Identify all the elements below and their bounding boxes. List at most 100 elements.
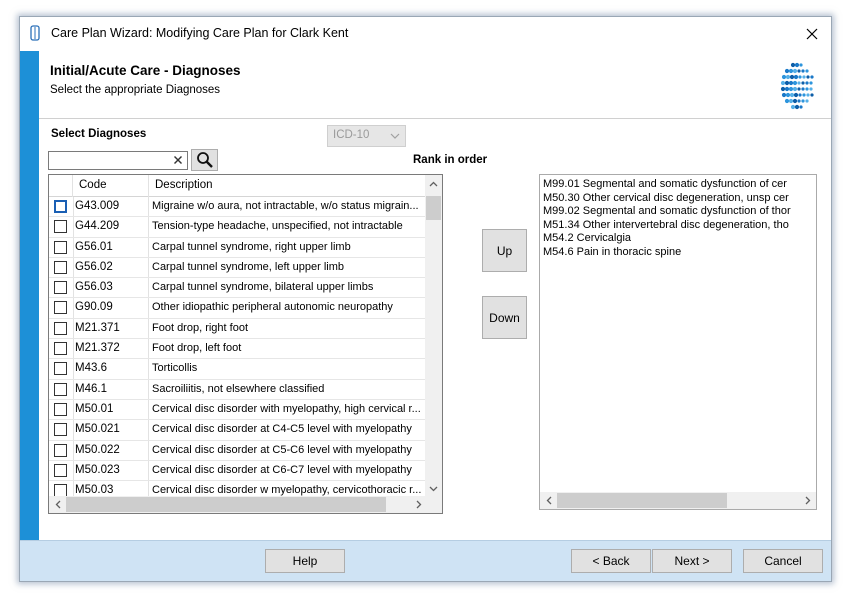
- list-item[interactable]: M99.02 Segmental and somatic dysfunction…: [540, 205, 816, 219]
- select-diagnoses-label: Select Diagnoses: [51, 128, 147, 140]
- row-description: Foot drop, right foot: [152, 321, 248, 334]
- row-checkbox[interactable]: [54, 301, 67, 315]
- move-up-button[interactable]: Up: [482, 229, 527, 272]
- row-code: G56.01: [73, 237, 149, 257]
- row-code: M21.372: [73, 339, 149, 359]
- cancel-button[interactable]: Cancel: [743, 549, 823, 573]
- scroll-up-icon[interactable]: [425, 175, 442, 192]
- grid-vertical-scrollbar[interactable]: [425, 175, 442, 497]
- row-checkbox[interactable]: [54, 281, 67, 295]
- scroll-left-icon[interactable]: [540, 492, 557, 509]
- row-description: Cervical disc disorder with myelopathy, …: [152, 402, 421, 415]
- scroll-left-icon[interactable]: [49, 496, 66, 513]
- list-item[interactable]: M50.30 Other cervical disc degeneration,…: [540, 192, 816, 206]
- ranked-diagnoses-list[interactable]: M99.01 Segmental and somatic dysfunction…: [539, 174, 817, 510]
- header-code[interactable]: Code: [73, 175, 149, 197]
- row-code: M46.1: [73, 379, 149, 399]
- next-button[interactable]: Next >: [652, 549, 732, 573]
- close-button[interactable]: [793, 17, 831, 51]
- rank-in-order-label: Rank in order: [413, 154, 488, 166]
- rank-hscroll-thumb[interactable]: [557, 493, 727, 508]
- page-title: Initial/Acute Care - Diagnoses: [50, 63, 241, 78]
- close-icon: [806, 28, 818, 40]
- row-description: Carpal tunnel syndrome, right upper limb: [152, 240, 351, 253]
- app-icon: [30, 25, 40, 41]
- row-code: G56.02: [73, 257, 149, 278]
- header-checkbox-column: [49, 175, 73, 197]
- clear-icon[interactable]: [173, 155, 183, 165]
- search-box: [48, 151, 188, 170]
- row-description: Carpal tunnel syndrome, bilateral upper …: [152, 281, 374, 294]
- code-system-value: ICD-10: [333, 129, 370, 141]
- row-checkbox[interactable]: [54, 443, 67, 457]
- chevron-down-icon: [390, 133, 400, 139]
- table-row[interactable]: G43.009 Migraine w/o aura, not intractabl…: [49, 197, 427, 218]
- row-checkbox[interactable]: [54, 402, 67, 416]
- row-description: Cervical disc disorder at C6-C7 level wi…: [152, 463, 412, 476]
- row-checkbox[interactable]: [54, 342, 67, 356]
- page-subtitle: Select the appropriate Diagnoses: [50, 84, 221, 96]
- header-description[interactable]: Description: [149, 175, 427, 197]
- table-row[interactable]: G44.209 Tension-type headache, unspecifie…: [49, 217, 427, 238]
- code-system-select: ICD-10: [327, 125, 406, 147]
- move-down-button[interactable]: Down: [482, 296, 527, 339]
- row-code: M50.021: [73, 420, 149, 440]
- grid-header: Code Description: [49, 175, 427, 197]
- table-row[interactable]: M21.372 Foot drop, left foot: [49, 339, 427, 360]
- row-description: Cervical disc disorder at C5-C6 level wi…: [152, 443, 412, 456]
- row-code: G90.09: [73, 298, 149, 318]
- grid-horizontal-scrollbar[interactable]: [49, 496, 427, 513]
- scroll-down-icon[interactable]: [425, 480, 442, 497]
- grid-rows: G43.009 Migraine w/o aura, not intractabl…: [49, 197, 427, 502]
- row-code: G44.209: [73, 217, 149, 237]
- row-checkbox[interactable]: [54, 362, 67, 376]
- row-checkbox[interactable]: [54, 220, 67, 234]
- row-description: Torticollis: [152, 362, 198, 375]
- search-button[interactable]: [191, 149, 218, 171]
- row-description: Carpal tunnel syndrome, left upper limb: [152, 260, 344, 273]
- row-code: M50.023: [73, 460, 149, 481]
- list-item[interactable]: M54.6 Pain in thoracic spine: [540, 246, 816, 260]
- search-input[interactable]: [49, 152, 167, 169]
- table-row[interactable]: M21.371 Foot drop, right foot: [49, 318, 427, 340]
- grid-vscroll-thumb[interactable]: [426, 196, 441, 220]
- wizard-header: Initial/Acute Care - Diagnoses Select th…: [39, 51, 831, 119]
- table-row[interactable]: M46.1 Sacroiliitis, not elsewhere classif…: [49, 379, 427, 400]
- table-row[interactable]: G56.01 Carpal tunnel syndrome, right uppe…: [49, 237, 427, 258]
- list-item[interactable]: M54.2 Cervicalgia: [540, 232, 816, 246]
- row-checkbox[interactable]: [54, 382, 67, 396]
- row-checkbox[interactable]: [54, 200, 67, 213]
- row-checkbox[interactable]: [54, 321, 67, 335]
- search-icon: [196, 152, 213, 168]
- back-button[interactable]: < Back: [571, 549, 651, 573]
- row-checkbox[interactable]: [54, 240, 67, 254]
- row-code: M43.6: [73, 359, 149, 379]
- table-row[interactable]: G56.03 Carpal tunnel syndrome, bilateral …: [49, 278, 427, 299]
- table-row[interactable]: G56.02 Carpal tunnel syndrome, left upper…: [49, 257, 427, 279]
- row-code: G43.009: [73, 197, 149, 217]
- table-row[interactable]: G90.09 Other idiopathic peripheral autono…: [49, 298, 427, 319]
- row-checkbox[interactable]: [54, 463, 67, 477]
- table-row[interactable]: M50.021 Cervical disc disorder at C4-C5 l…: [49, 420, 427, 441]
- table-row[interactable]: M43.6 Torticollis: [49, 359, 427, 380]
- row-checkbox[interactable]: [54, 423, 67, 437]
- scroll-corner: [425, 496, 442, 513]
- table-row[interactable]: M50.023 Cervical disc disorder at C6-C7 l…: [49, 460, 427, 482]
- help-button[interactable]: Help: [265, 549, 345, 573]
- logo-icon: [780, 62, 814, 110]
- table-row[interactable]: M50.01 Cervical disc disorder with myelop…: [49, 399, 427, 421]
- row-code: M50.022: [73, 440, 149, 460]
- list-item[interactable]: M51.34 Other intervertebral disc degener…: [540, 219, 816, 233]
- scroll-right-icon[interactable]: [799, 492, 816, 509]
- diagnoses-grid: Code Description G43.009 Migraine w/o aur…: [48, 174, 443, 514]
- rank-horizontal-scrollbar[interactable]: [540, 492, 816, 509]
- grid-hscroll-thumb[interactable]: [66, 497, 386, 512]
- row-description: Sacroiliitis, not elsewhere classified: [152, 382, 325, 395]
- list-item[interactable]: M99.01 Segmental and somatic dysfunction…: [540, 178, 816, 192]
- row-checkbox[interactable]: [54, 260, 67, 274]
- accent-stripe: [20, 51, 39, 559]
- table-row[interactable]: M50.022 Cervical disc disorder at C5-C6 l…: [49, 440, 427, 461]
- row-code: M50.01: [73, 399, 149, 420]
- ranked-items: M99.01 Segmental and somatic dysfunction…: [540, 178, 816, 260]
- row-description: Other idiopathic peripheral autonomic ne…: [152, 301, 393, 314]
